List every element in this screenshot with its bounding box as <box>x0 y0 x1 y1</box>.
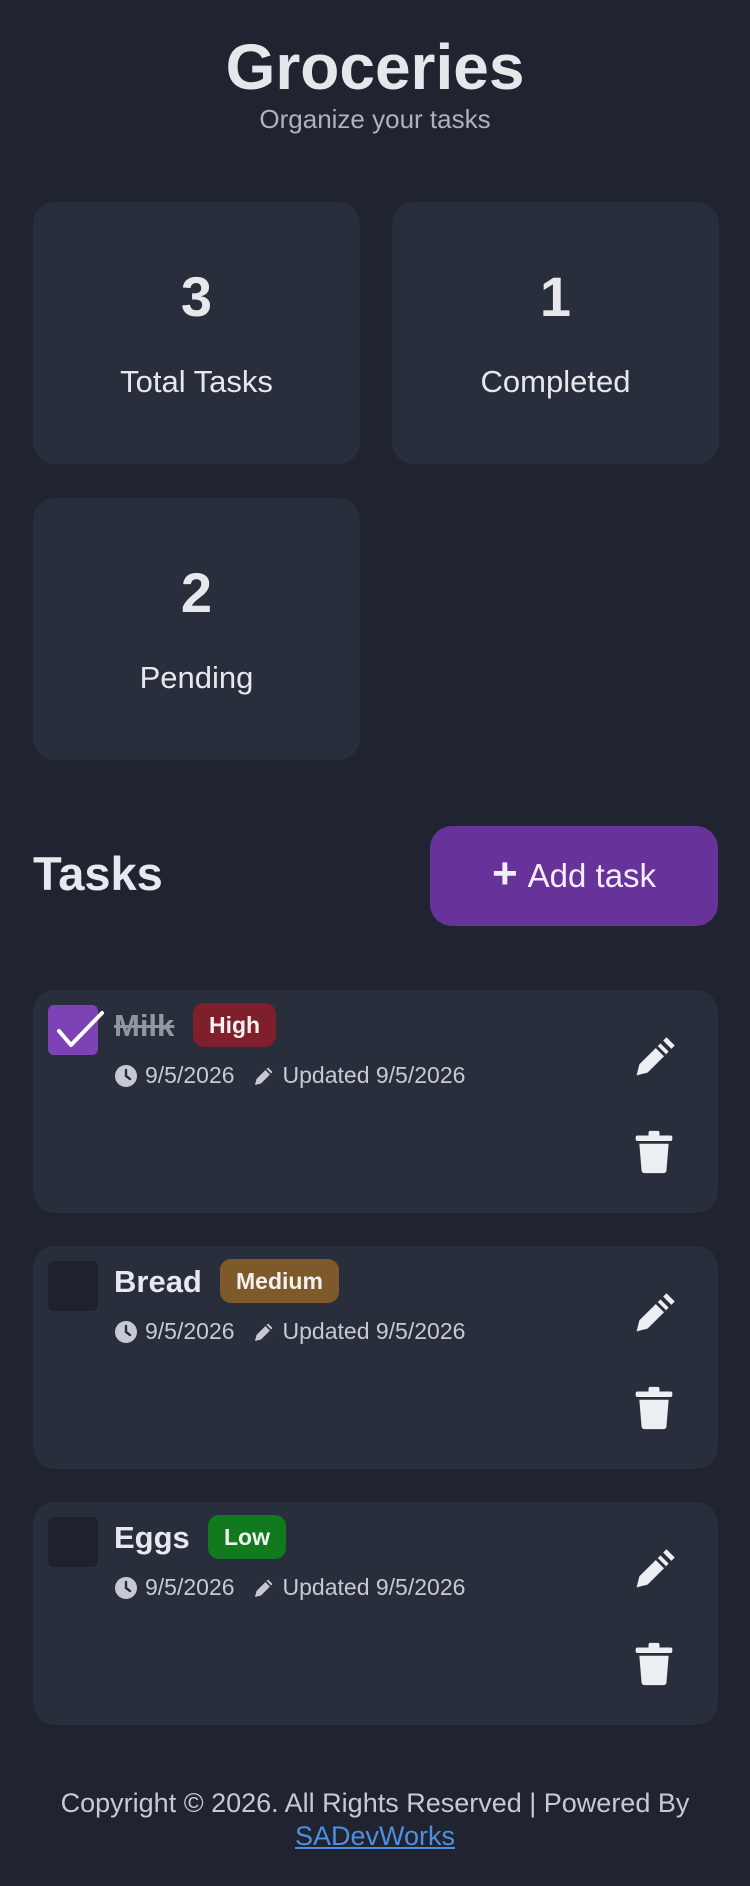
edit-icon <box>636 1549 675 1588</box>
page-subtitle: Organize your tasks <box>259 104 491 134</box>
task-name: Milk <box>114 1008 175 1043</box>
task-card: Bread Medium 9/5/2026 Updated 9/5/2026 <box>33 1246 718 1469</box>
clock-icon <box>115 1576 137 1599</box>
stat-card-completed: 1 Completed <box>392 202 719 464</box>
task-checkbox[interactable] <box>48 1005 104 1055</box>
stat-value: 1 <box>539 265 572 328</box>
edit-icon <box>636 1037 675 1076</box>
task-meta: 9/5/2026 Updated 9/5/2026 <box>114 1062 465 1089</box>
pencil-icon <box>254 1067 273 1085</box>
check-icon <box>57 1011 104 1047</box>
edit-task-button[interactable] <box>628 1288 680 1340</box>
task-checkbox[interactable] <box>48 1261 98 1311</box>
stat-value: 3 <box>180 265 213 328</box>
task-updated: Updated 9/5/2026 <box>282 1062 466 1088</box>
task-updated: Updated 9/5/2026 <box>282 1318 466 1344</box>
delete-task-button[interactable] <box>628 1638 680 1690</box>
edit-icon <box>636 1293 675 1332</box>
edit-task-button[interactable] <box>628 1032 680 1084</box>
stat-label: Completed <box>480 364 631 399</box>
add-task-label: Add task <box>527 857 657 894</box>
stat-label: Pending <box>139 660 254 695</box>
edit-task-button[interactable] <box>628 1544 680 1596</box>
stat-value: 2 <box>180 561 213 624</box>
trash-icon <box>635 1642 673 1686</box>
task-date: 9/5/2026 <box>145 1062 235 1088</box>
task-name: Eggs <box>114 1520 190 1555</box>
task-meta: 9/5/2026 Updated 9/5/2026 <box>114 1574 465 1601</box>
stat-card-pending: 2 Pending <box>33 498 360 760</box>
trash-icon <box>635 1130 673 1174</box>
task-meta: 9/5/2026 Updated 9/5/2026 <box>114 1318 465 1345</box>
task-card: Eggs Low 9/5/2026 Updated 9/5/2026 <box>33 1502 718 1725</box>
trash-icon <box>635 1386 673 1430</box>
tasks-heading: Tasks <box>33 847 163 900</box>
delete-task-button[interactable] <box>628 1382 680 1434</box>
task-checkbox[interactable] <box>48 1517 98 1567</box>
sadevworks-link[interactable]: SADevWorks <box>295 1821 455 1851</box>
app-page: Groceries Organize your tasks 3 Total Ta… <box>0 0 750 1886</box>
page-footer: Copyright © 2026. All Rights Reserved | … <box>0 1787 750 1853</box>
stat-card-total: 3 Total Tasks <box>33 202 360 464</box>
stat-label: Total Tasks <box>120 364 273 399</box>
task-card: Milk High 9/5/2026 Updated 9/5/2026 <box>33 990 718 1213</box>
add-task-button[interactable]: + Add task <box>430 826 718 926</box>
delete-task-button[interactable] <box>628 1126 680 1178</box>
task-date: 9/5/2026 <box>145 1574 235 1600</box>
task-date: 9/5/2026 <box>145 1318 235 1344</box>
page-title: Groceries <box>225 31 525 103</box>
clock-icon <box>115 1320 137 1343</box>
task-name: Bread <box>114 1264 202 1299</box>
priority-badge: High <box>193 1003 277 1047</box>
priority-badge: Low <box>208 1515 286 1559</box>
plus-icon: + <box>491 849 518 898</box>
pencil-icon <box>254 1323 273 1341</box>
pencil-icon <box>254 1579 273 1597</box>
copyright-text: Copyright © 2026. All Rights Reserved | … <box>60 1788 690 1818</box>
task-updated: Updated 9/5/2026 <box>282 1574 466 1600</box>
priority-badge: Medium <box>220 1259 339 1303</box>
clock-icon <box>115 1064 137 1087</box>
page-header: Groceries Organize your tasks <box>0 26 750 135</box>
